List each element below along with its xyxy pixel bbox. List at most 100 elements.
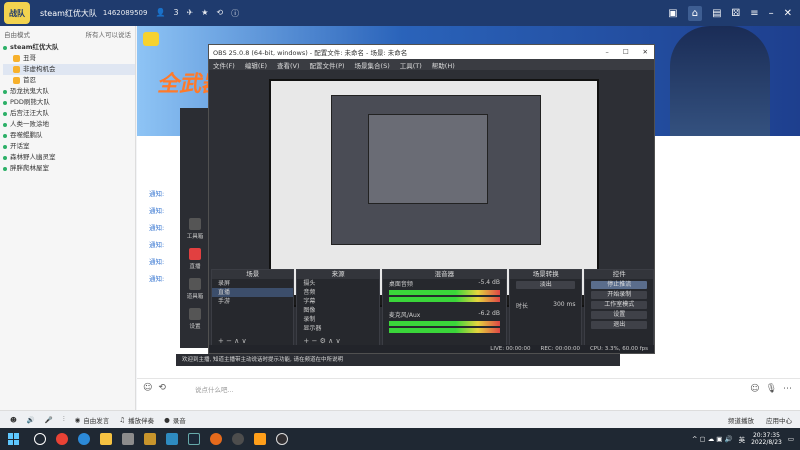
source-item[interactable]: 图像	[297, 306, 378, 315]
history-icon[interactable]: ⟲	[158, 383, 166, 393]
scene-item[interactable]: 手游	[212, 297, 293, 306]
star-icon[interactable]: ★	[201, 8, 208, 19]
title-bar: 战队 steam红优大队 1462089509 👤 3 ✈ ★ ⟲ ⓘ ▣ ⌂ …	[0, 0, 800, 26]
folder-icon[interactable]	[100, 433, 112, 445]
mixer-icon[interactable]: ⫶	[63, 415, 65, 424]
duration-label: 时长	[515, 303, 528, 310]
channel-play-button[interactable]: 频道播放	[728, 415, 754, 425]
avatar[interactable]: ☻	[10, 416, 17, 424]
minimize-icon[interactable]: –	[605, 48, 608, 56]
speaker-icon[interactable]: 🔊	[27, 416, 35, 424]
minimize-icon[interactable]: –	[769, 8, 774, 19]
inbox-icon[interactable]: ▤	[712, 8, 721, 19]
play-accompaniment-button[interactable]: ♫ 播放伴奏	[119, 415, 154, 425]
source-item[interactable]: 摄头	[297, 279, 378, 288]
app-icon[interactable]	[166, 433, 178, 445]
channel-item[interactable]: 恐龙抗鬼大队	[3, 86, 135, 97]
menu-view[interactable]: 查看(V)	[277, 60, 300, 70]
start-icon[interactable]	[8, 433, 20, 445]
live-time: LIVE: 00:00:00	[490, 346, 531, 352]
transition-select[interactable]: 淡出	[515, 281, 576, 289]
record-button[interactable]: ● 录音	[164, 415, 186, 425]
info-icon[interactable]: ⓘ	[231, 8, 239, 19]
flag-icon[interactable]: ✈	[187, 8, 194, 19]
emoji-icon[interactable]: ☺	[143, 383, 152, 393]
studio-mode-button[interactable]: 工作室模式	[591, 301, 647, 309]
menu-tools[interactable]: 工具(T)	[400, 60, 422, 70]
mic-icon[interactable]: 🎤	[45, 416, 53, 424]
message-line: 通知:	[149, 190, 165, 198]
steam-icon[interactable]	[188, 433, 200, 445]
subchannel-selected[interactable]: 非虚构机会	[3, 64, 135, 75]
app-icon[interactable]	[122, 433, 134, 445]
settings-button[interactable]: 设置	[591, 311, 647, 319]
bottom-controls: ☻ 🔊 🎤 ⫶ ◉ 自由发言 ♫ 播放伴奏 ● 录音 频道播放 应用中心	[0, 410, 800, 428]
live-button[interactable]: 直播	[180, 248, 210, 270]
channel-item[interactable]: 森林野人幽灵室	[3, 152, 135, 163]
obs-icon[interactable]	[276, 433, 288, 445]
app-icon[interactable]	[254, 433, 266, 445]
source-item[interactable]: 录制	[297, 315, 378, 324]
channel-item[interactable]: PDD刷熊大队	[3, 97, 135, 108]
screen-icon[interactable]: ▣	[668, 8, 677, 19]
menu-edit[interactable]: 编辑(E)	[245, 60, 267, 70]
menu-help[interactable]: 帮助(H)	[432, 60, 455, 70]
close-icon[interactable]: ✕	[784, 8, 792, 19]
app-icon[interactable]	[144, 433, 156, 445]
share-icon[interactable]: ⟲	[216, 8, 223, 19]
menu-file[interactable]: 文件(F)	[213, 60, 235, 70]
mixer-header: 混音器	[382, 270, 506, 279]
scene-item-selected[interactable]: 直播	[212, 288, 294, 297]
menu-scene-collection[interactable]: 场景集合(S)	[355, 60, 390, 70]
toolbox-button[interactable]: 工具箱	[180, 218, 210, 240]
home-icon[interactable]: ⌂	[687, 5, 703, 21]
channel-item[interactable]: 后宫汪汪大队	[3, 108, 135, 119]
channel-item[interactable]: 胖胖爬林屋室	[3, 163, 135, 174]
emoji-icon[interactable]: ☺	[750, 384, 759, 394]
settings-button[interactable]: 设置	[180, 308, 210, 330]
edge-icon[interactable]	[78, 433, 90, 445]
close-icon[interactable]: ✕	[643, 48, 648, 56]
stop-streaming-button[interactable]: 停止推流	[591, 281, 647, 289]
more-icon[interactable]: ⋯	[783, 384, 792, 394]
user-icon[interactable]: 👤	[155, 8, 165, 19]
tray-icons[interactable]: ^ ▢ ☁ ▣ 🔊	[692, 435, 733, 443]
crown-icon	[13, 55, 20, 62]
app-center-button[interactable]: 应用中心	[766, 415, 792, 425]
free-talk-button[interactable]: ◉ 自由发言	[75, 415, 110, 425]
duration-field[interactable]: 300 ms	[553, 301, 575, 310]
start-recording-button[interactable]: 开始录制	[591, 291, 647, 299]
source-item[interactable]: 字幕	[297, 297, 378, 306]
cpu-fps: CPU: 3.3%, 60.00 fps	[589, 346, 648, 352]
speak-mode[interactable]: 自由模式	[4, 29, 30, 39]
clock[interactable]: 20:37:35 2022/8/23	[751, 432, 782, 446]
menu-profile[interactable]: 配置文件(P)	[310, 60, 345, 70]
notification-icon[interactable]: ▭	[788, 435, 794, 443]
subchannel[interactable]: 丑哥	[3, 53, 135, 64]
maximize-icon[interactable]: ☐	[623, 48, 629, 56]
mixer-db: -6.2 dB	[478, 310, 500, 317]
chrome-icon[interactable]	[56, 433, 68, 445]
app-icon[interactable]	[210, 433, 222, 445]
search-icon[interactable]	[34, 433, 46, 445]
channel-item[interactable]: 开话室	[3, 141, 135, 152]
mic-icon[interactable]: 🎙	[766, 384, 777, 394]
scene-item[interactable]: 录屏	[212, 279, 293, 288]
app-icon[interactable]	[232, 433, 244, 445]
transitions-dock: 场景转换 淡出 时长 300 ms	[508, 269, 583, 347]
props-button[interactable]: 道具箱	[180, 278, 210, 300]
team-logo[interactable]: 战队	[4, 2, 30, 24]
subchannel[interactable]: 首忍	[3, 75, 135, 86]
game-icon[interactable]: ⚄	[732, 8, 741, 19]
mixer-db: -5.4 dB	[478, 279, 500, 286]
exit-button[interactable]: 退出	[591, 321, 647, 329]
chat-input[interactable]: 说点什么吧...	[195, 384, 234, 394]
channel-item[interactable]: 吞噬鲲鹏队	[3, 130, 135, 141]
menu-icon[interactable]: ≡	[750, 8, 758, 19]
ime-indicator[interactable]: 英	[739, 434, 746, 444]
source-item[interactable]: 显示器	[297, 324, 378, 333]
source-item[interactable]: 音频	[297, 288, 378, 297]
channel-root[interactable]: steam红优大队	[3, 42, 135, 53]
channel-item[interactable]: 人类一败涂地	[3, 119, 135, 130]
notice-bar: 欢迎到主播, 知道主播带主动说话时提示功能, 请在频道在中所说明	[176, 354, 620, 366]
